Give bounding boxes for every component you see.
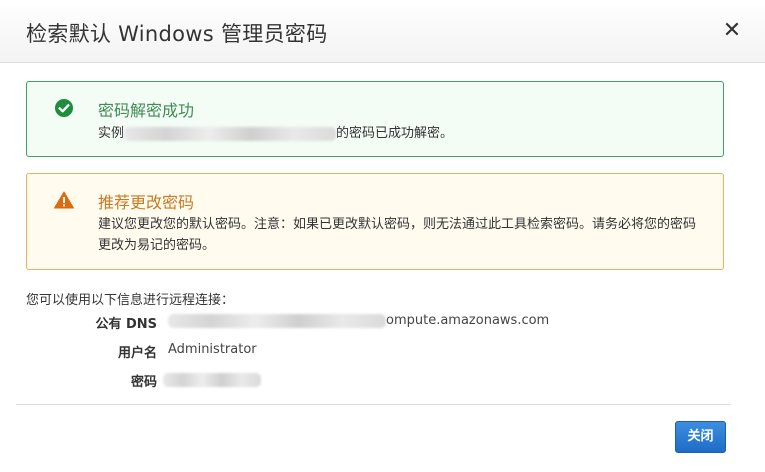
dns-value-visible: ompute.amazonaws.com [386, 313, 550, 328]
redacted-dns-prefix [168, 313, 386, 328]
warning-alert-title: 推荐更改密码 [98, 193, 195, 212]
password-row: 密码 [0, 371, 157, 390]
footer-divider [16, 404, 731, 405]
password-label: 密码 [130, 375, 157, 390]
close-button[interactable]: 关闭 [675, 421, 726, 453]
redacted-password [163, 372, 261, 387]
warning-alert-body: 建议您更改您的默认密码。注意：如果已更改默认密码，则无法通过此工具检索密码。请务… [98, 217, 697, 253]
connection-intro: 您可以使用以下信息进行远程连接： [26, 293, 235, 308]
dns-row: 公有 DNS [0, 313, 157, 332]
success-alert: 密码解密成功 实例 的密码已成功解密。 [26, 81, 724, 157]
dialog-header: 检索默认 Windows 管理员密码 ✕ [0, 0, 765, 63]
success-alert-body-prefix: 实例 [98, 126, 125, 141]
password-value [163, 372, 261, 390]
username-row: 用户名 [0, 342, 157, 361]
dns-label: 公有 DNS [95, 317, 157, 332]
redacted-instance-id [124, 126, 337, 141]
username-label: 用户名 [117, 346, 157, 361]
close-icon[interactable]: ✕ [722, 20, 742, 42]
success-alert-body: 实例 的密码已成功解密。 [98, 123, 708, 144]
success-alert-title: 密码解密成功 [98, 101, 195, 120]
dialog-title: 检索默认 Windows 管理员密码 [26, 22, 328, 46]
warning-triangle-icon [54, 191, 74, 209]
warning-alert: 推荐更改密码 建议您更改您的默认密码。注意：如果已更改默认密码，则无法通过此工具… [26, 173, 724, 270]
check-circle-icon [55, 99, 73, 117]
success-alert-body-suffix: 的密码已成功解密。 [336, 126, 454, 141]
